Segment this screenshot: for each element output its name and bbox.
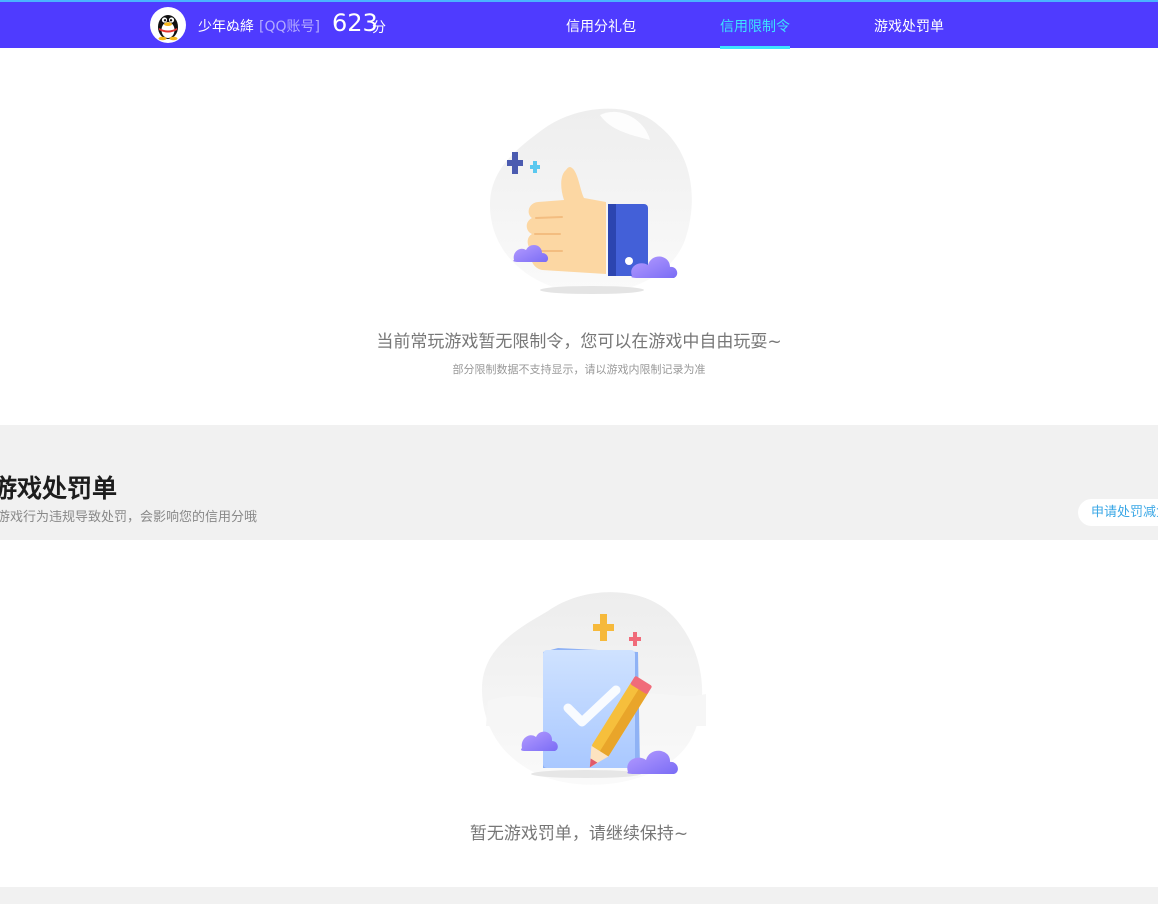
section-title: 游戏处罚单 xyxy=(0,474,118,503)
nav-tab-credit-restriction[interactable]: 信用限制令 xyxy=(720,16,790,36)
account-type-tag: [QQ账号] xyxy=(259,19,320,35)
no-penalty-message: 暂无游戏罚单，请继续保持~ xyxy=(469,824,689,844)
nav-tab-credit-gift[interactable]: 信用分礼包 xyxy=(566,16,636,36)
restriction-data-note: 部分限制数据不支持显示，请以游戏内限制记录为准 xyxy=(452,363,706,376)
qq-penguin-avatar-icon[interactable] xyxy=(150,7,186,43)
credit-score-unit: 分 xyxy=(372,20,386,36)
thumbs-up-icon xyxy=(480,100,710,309)
active-tab-underline xyxy=(720,46,790,49)
checklist-pencil-icon xyxy=(478,586,710,795)
user-name: 少年ぬ絳 xyxy=(198,19,254,35)
penalty-section-header: 游戏处罚单 游戏行为违规导致处罚，会影响您的信用分哦 申请处罚减免 xyxy=(0,425,1158,540)
section-subtitle: 游戏行为违规导致处罚，会影响您的信用分哦 xyxy=(0,510,258,525)
no-restriction-message: 当前常玩游戏暂无限制令，您可以在游戏中自由玩耍~ xyxy=(376,332,782,352)
apply-penalty-reduction-button[interactable]: 申请处罚减免 xyxy=(1078,499,1158,526)
bottom-section-divider xyxy=(0,887,1158,904)
top-nav-bar: 少年ぬ絳 [QQ账号] 623 分 信用分礼包 信用限制令 游戏处罚单 xyxy=(0,0,1158,49)
credit-score-value: 623 xyxy=(332,9,378,37)
nav-tab-game-penalty[interactable]: 游戏处罚单 xyxy=(874,16,944,36)
